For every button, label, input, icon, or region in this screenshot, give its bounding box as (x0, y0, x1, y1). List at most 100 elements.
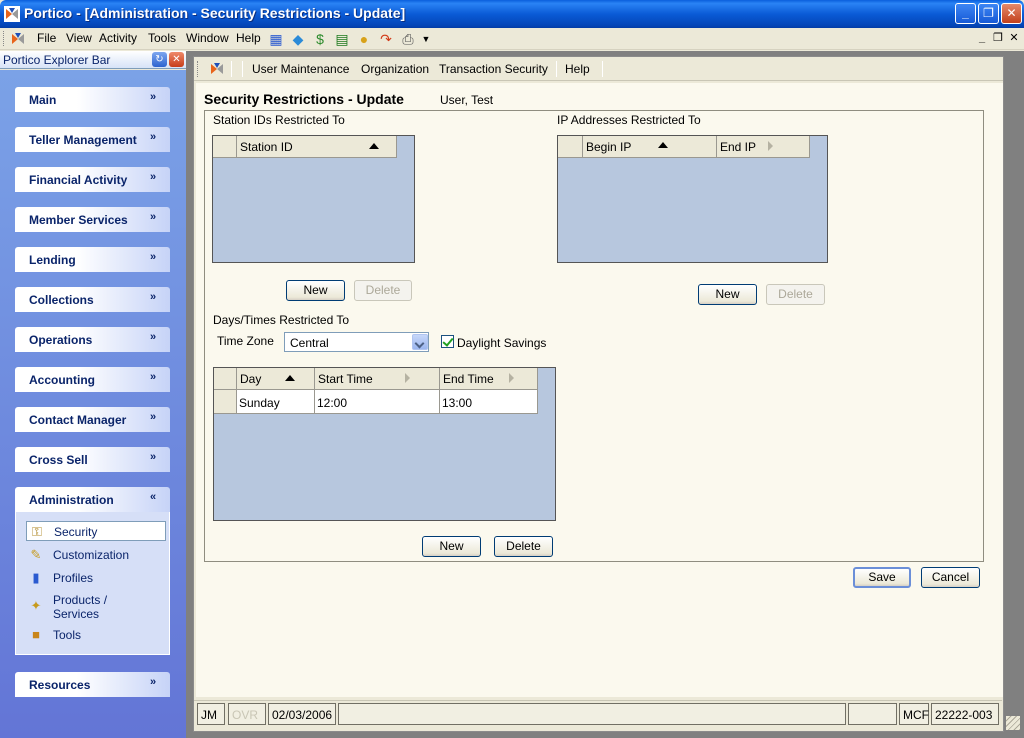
timezone-select[interactable]: Central (284, 332, 429, 352)
close-button[interactable]: ✕ (1001, 3, 1022, 24)
chevron-up-icon[interactable]: « (150, 491, 156, 503)
task-customization[interactable]: ✎ Customization (26, 545, 166, 565)
document-app-icon[interactable] (10, 31, 26, 47)
menu-activity[interactable]: Activity (99, 31, 137, 45)
chevron-down-icon[interactable]: » (150, 371, 156, 383)
print-icon[interactable]: ⎙ (399, 30, 417, 48)
column-header-day[interactable]: Day (237, 368, 315, 390)
group-cross-sell[interactable]: Cross Sell » (15, 447, 170, 472)
toolbar-organization[interactable]: Organization (361, 62, 429, 76)
grid-header: Begin IP End IP (558, 136, 810, 158)
menu-help[interactable]: Help (236, 31, 261, 45)
chevron-down-icon[interactable]: » (150, 91, 156, 103)
chevron-down-icon[interactable]: » (150, 131, 156, 143)
toolbar-grip[interactable] (197, 61, 200, 77)
group-label: Member Services (29, 213, 128, 227)
toolbar-help[interactable]: Help (565, 62, 590, 76)
group-lending[interactable]: Lending » (15, 247, 170, 272)
resize-grip[interactable] (1006, 716, 1020, 730)
chevron-down-icon[interactable]: » (150, 411, 156, 423)
maximize-button[interactable]: ❐ (978, 3, 999, 24)
mdi-restore-button[interactable]: ❐ (991, 31, 1005, 45)
days-new-button[interactable]: New (422, 536, 481, 557)
cell-start-time[interactable]: 12:00 (315, 390, 440, 414)
cancel-button[interactable]: Cancel (921, 567, 980, 588)
station-delete-button[interactable]: Delete (354, 280, 412, 301)
table-row[interactable]: Sunday 12:00 13:00 (214, 390, 538, 414)
portico-app-icon (4, 6, 20, 22)
timezone-label: Time Zone (217, 334, 274, 348)
group-label: Accounting (29, 373, 95, 387)
explorer-close-button[interactable]: ✕ (169, 52, 184, 67)
group-operations[interactable]: Operations » (15, 327, 170, 352)
cell-day[interactable]: Sunday (237, 390, 315, 414)
cell-end-time[interactable]: 13:00 (440, 390, 538, 414)
chevron-down-icon[interactable]: » (150, 331, 156, 343)
chevron-down-icon[interactable]: » (150, 451, 156, 463)
daylight-savings-checkbox[interactable] (441, 335, 454, 348)
sort-ascending-icon (285, 375, 295, 381)
group-accounting[interactable]: Accounting » (15, 367, 170, 392)
group-collections[interactable]: Collections » (15, 287, 170, 312)
task-products-services[interactable]: ✦ Products / Services (26, 590, 166, 622)
chevron-down-icon[interactable]: » (150, 211, 156, 223)
group-resources[interactable]: Resources » (15, 672, 170, 697)
days-grid[interactable]: Day Start Time End Time Sunday 12:00 13:… (213, 367, 556, 521)
group-label: Financial Activity (29, 173, 128, 187)
row-selector[interactable] (214, 390, 237, 414)
explorer-bar-title: Portico Explorer Bar (3, 53, 111, 67)
redo-icon[interactable]: ↷ (377, 30, 395, 48)
timezone-value: Central (290, 336, 329, 350)
column-header-end-time[interactable]: End Time (440, 368, 538, 390)
chevron-down-icon[interactable]: » (150, 291, 156, 303)
group-label: Main (29, 93, 57, 107)
chevron-down-icon[interactable]: » (150, 251, 156, 263)
customization-icon: ✎ (30, 547, 42, 562)
toolbar-separator (602, 61, 603, 77)
group-main[interactable]: Main » (15, 87, 170, 112)
ip-grid[interactable]: Begin IP End IP (557, 135, 828, 263)
minimize-button[interactable]: _ (955, 3, 976, 24)
group-financial-activity[interactable]: Financial Activity » (15, 167, 170, 192)
group-member-services[interactable]: Member Services » (15, 207, 170, 232)
days-delete-button[interactable]: Delete (494, 536, 553, 557)
stations-grid[interactable]: Station ID (212, 135, 415, 263)
chevron-down-icon[interactable]: » (150, 676, 156, 688)
save-button[interactable]: Save (853, 567, 911, 588)
chevron-down-icon[interactable]: » (150, 171, 156, 183)
column-header-begin-ip[interactable]: Begin IP (583, 136, 717, 158)
teller-icon[interactable]: ▦ (267, 30, 285, 48)
task-tools[interactable]: ■ Tools (26, 625, 166, 645)
cash-icon[interactable]: ▤ (333, 30, 351, 48)
task-profiles[interactable]: ▮ Profiles (26, 568, 166, 588)
mdi-minimize-button[interactable]: _ (975, 31, 989, 45)
menu-file[interactable]: File (37, 31, 56, 45)
group-teller-management[interactable]: Teller Management » (15, 127, 170, 152)
ip-new-button[interactable]: New (698, 284, 757, 305)
column-header-end-ip[interactable]: End IP (717, 136, 810, 158)
pin-icon[interactable]: ↻ (152, 52, 167, 67)
toolbar-grip[interactable] (3, 31, 6, 46)
menu-tools[interactable]: Tools (148, 31, 176, 45)
column-label: Day (240, 372, 262, 386)
document-app-icon[interactable] (209, 61, 225, 77)
task-security[interactable]: ⚿ Security (26, 521, 166, 541)
child-toolbar: User Maintenance Organization Transactio… (194, 57, 1003, 81)
menu-window[interactable]: Window (186, 31, 229, 45)
column-label: Begin IP (586, 140, 632, 154)
toolbar-user-maintenance[interactable]: User Maintenance (252, 62, 349, 76)
menu-view[interactable]: View (66, 31, 92, 45)
money-icon[interactable]: $ (311, 30, 329, 48)
column-header-start-time[interactable]: Start Time (315, 368, 440, 390)
print-dropdown-arrow-icon[interactable]: ▼ (417, 30, 435, 48)
group-contact-manager[interactable]: Contact Manager » (15, 407, 170, 432)
chevron-down-icon[interactable] (412, 334, 428, 350)
card-icon[interactable]: ◆ (289, 30, 307, 48)
station-new-button[interactable]: New (286, 280, 345, 301)
ip-delete-button[interactable]: Delete (766, 284, 825, 305)
group-administration[interactable]: Administration « (15, 487, 170, 512)
bag-icon[interactable]: ● (355, 30, 373, 48)
column-sort-indicator-icon (509, 373, 514, 383)
toolbar-transaction-security[interactable]: Transaction Security (439, 62, 548, 76)
mdi-close-button[interactable]: ✕ (1007, 31, 1021, 45)
